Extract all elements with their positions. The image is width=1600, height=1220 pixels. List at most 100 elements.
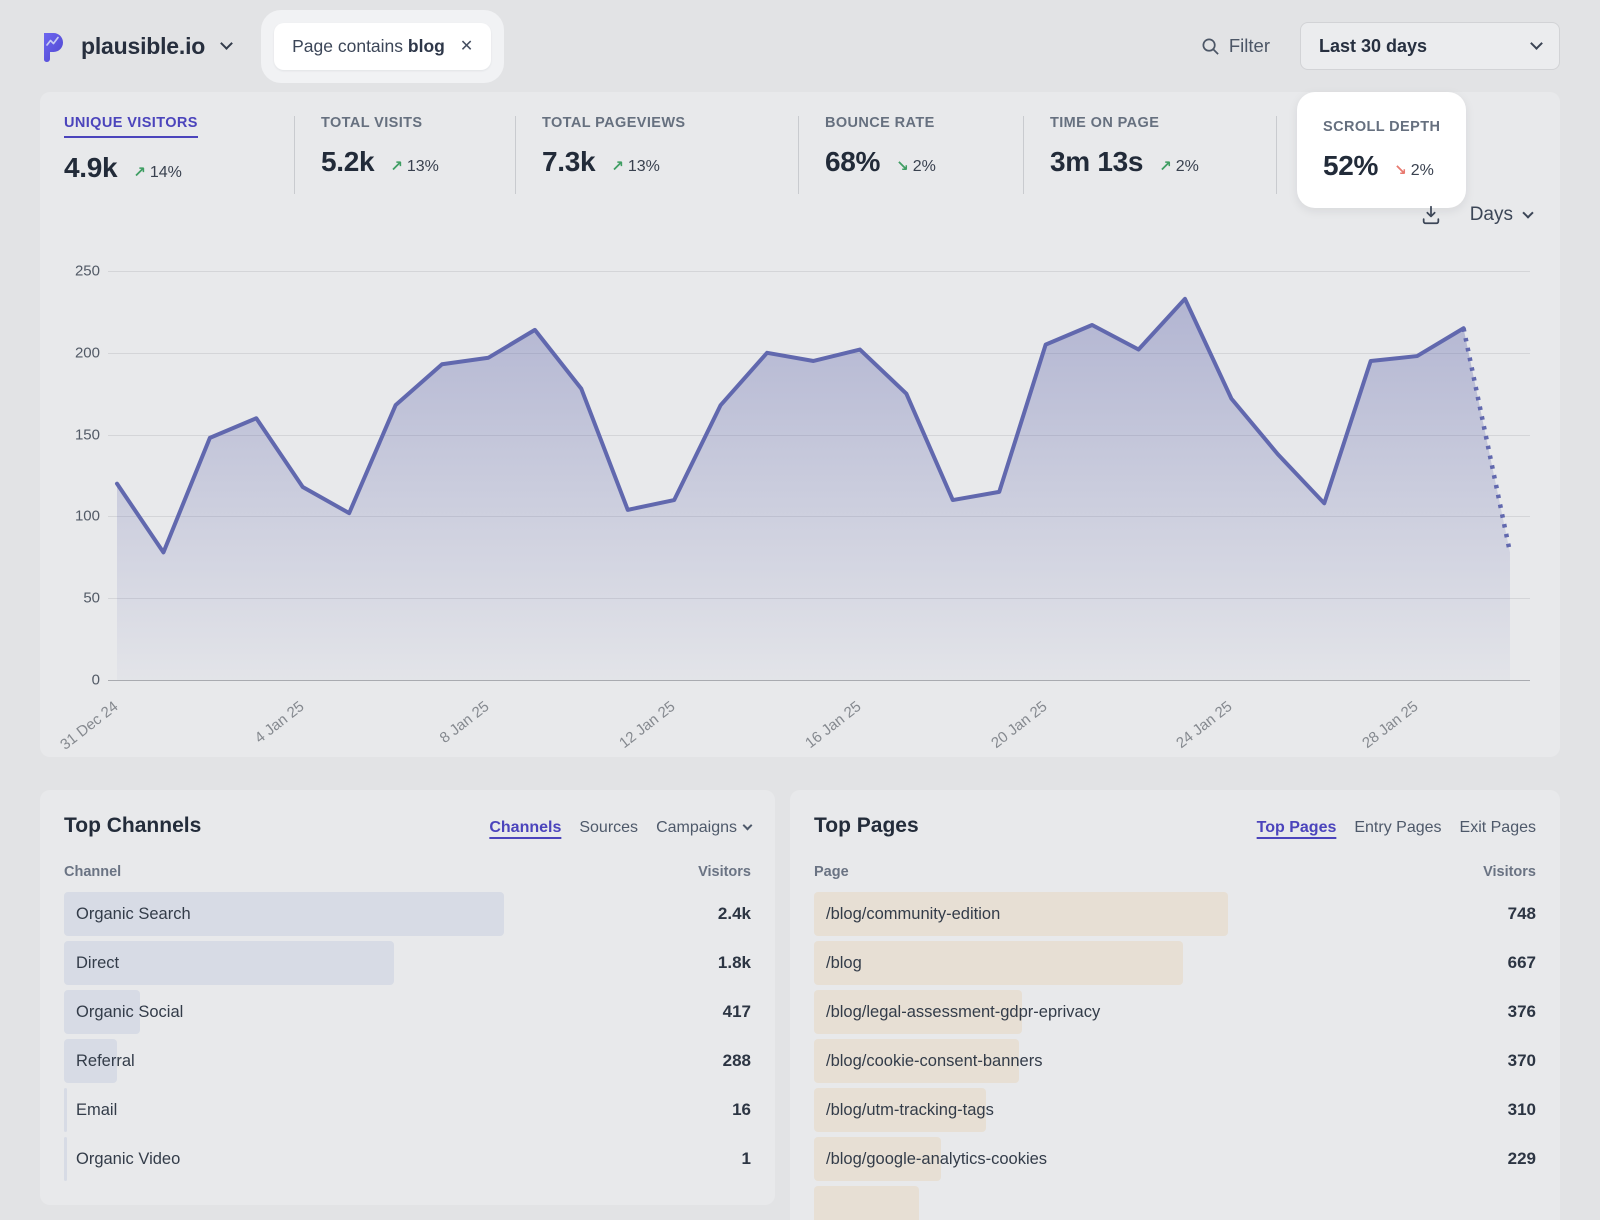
row-visitors-value: 16 (671, 1100, 751, 1120)
x-axis-tick-label: 20 Jan 25 (988, 698, 1050, 752)
row-label: /blog/community-edition (826, 892, 1000, 936)
chevron-down-icon (1530, 37, 1543, 50)
row-bar-area: Organic Search (64, 892, 671, 936)
stat-total-pageviews[interactable]: TOTAL PAGEVIEWS7.3k↗13% (542, 114, 772, 178)
stat-unique-visitors[interactable]: UNIQUE VISITORS4.9k↗14% (64, 114, 268, 184)
stat-total-visits[interactable]: TOTAL VISITS5.2k↗13% (321, 114, 489, 178)
row-visitors-value: 229 (1456, 1149, 1536, 1169)
chart-toolbar: Days (1420, 204, 1532, 226)
tab-label: Channels (489, 819, 561, 837)
row-bar-area: /blog (814, 941, 1456, 985)
pages-tabs: Top Pages Entry Pages Exit Pages (1257, 819, 1536, 837)
stat-divider (1023, 116, 1024, 194)
row-label: Email (76, 1088, 117, 1132)
x-axis-tick-label: 24 Jan 25 (1173, 698, 1235, 752)
trend-up-arrow-icon: ↗ (133, 163, 146, 181)
stat-delta-value: 2% (1411, 162, 1434, 180)
table-row[interactable]: /blog667 (814, 941, 1536, 985)
stat-delta-value: 13% (407, 158, 439, 176)
table-row[interactable]: Organic Social417 (64, 990, 751, 1034)
row-label: /blog/legal-assessment-gdpr-eprivacy (826, 990, 1100, 1034)
top-bar: plausible.io Page contains blog ✕ Filter… (0, 0, 1600, 92)
tab-channels[interactable]: Channels (489, 819, 561, 837)
table-row[interactable]: Organic Search2.4k (64, 892, 751, 936)
stat-label: TIME ON PAGE (1050, 115, 1159, 131)
stat-delta-value: 14% (150, 164, 182, 182)
stat-label: TOTAL VISITS (321, 115, 422, 131)
channels-table: Organic Search2.4kDirect1.8kOrganic Soci… (64, 892, 751, 1181)
tab-top-pages[interactable]: Top Pages (1257, 819, 1337, 837)
row-bar-area: Organic Video (64, 1137, 671, 1181)
tab-label: Top Pages (1257, 819, 1337, 837)
interval-label: Days (1470, 204, 1513, 226)
site-switcher[interactable]: plausible.io (40, 30, 231, 62)
stat-divider (1276, 116, 1277, 194)
x-axis-tick-label: 16 Jan 25 (802, 698, 864, 752)
stat-delta: ↗14% (133, 163, 182, 182)
table-row[interactable]: /blog/community-edition748 (814, 892, 1536, 936)
row-bar-area: /blog/utm-tracking-tags (814, 1088, 1456, 1132)
tab-label: Entry Pages (1354, 819, 1441, 837)
analytics-panel: UNIQUE VISITORS4.9k↗14% TOTAL VISITS 5.2k ↗… (40, 92, 1560, 757)
row-bar-area: Direct (64, 941, 671, 985)
row-label: Direct (76, 941, 119, 985)
table-row-partial[interactable] (814, 1186, 1536, 1220)
table-row[interactable]: /blog/cookie-consent-banners370 (814, 1039, 1536, 1083)
stat-delta-value: 13% (628, 158, 660, 176)
tab-label: Campaigns (656, 819, 737, 837)
interval-select[interactable]: Days (1470, 204, 1532, 226)
line-chart-svg (64, 258, 1536, 690)
row-bar-area: /blog/community-edition (814, 892, 1456, 936)
row-visitors-value: 376 (1456, 1002, 1536, 1022)
row-bar-area: Email (64, 1088, 671, 1132)
stat-time-on-page[interactable]: TIME ON PAGE3m 13s↗2% (1050, 114, 1250, 178)
stat-value: 68% (825, 146, 880, 178)
filter-chip[interactable]: Page contains blog ✕ (274, 23, 491, 70)
row-visitors-value: 310 (1456, 1100, 1536, 1120)
row-label: /blog/google-analytics-cookies (826, 1137, 1047, 1181)
site-name: plausible.io (81, 33, 205, 60)
tab-entry-pages[interactable]: Entry Pages (1354, 819, 1441, 837)
x-axis-tick-label: 4 Jan 25 (251, 698, 307, 747)
table-row[interactable]: Email 16 (64, 1088, 751, 1132)
download-icon[interactable] (1420, 204, 1442, 226)
tab-sources[interactable]: Sources (579, 819, 638, 837)
pages-table: /blog/community-edition748/blog667/blog/… (814, 892, 1536, 1220)
stat-value: 5.2k (321, 146, 374, 178)
table-row[interactable]: /blog/google-analytics-cookies 229 (814, 1137, 1536, 1181)
stat-delta: ↘2% (1394, 161, 1434, 180)
row-bar-area (814, 1186, 1456, 1220)
stat-scroll-depth[interactable]: SCROLL DEPTH52%↘2% (1297, 92, 1466, 208)
stat-bounce-rate[interactable]: BOUNCE RATE68%↘2% (825, 114, 997, 178)
date-range-select[interactable]: Last 30 days (1300, 22, 1560, 70)
table-row[interactable]: Referral288 (64, 1039, 751, 1083)
row-visitors-value: 1.8k (671, 953, 751, 973)
stat-label: TOTAL PAGEVIEWS (542, 115, 686, 131)
close-icon[interactable]: ✕ (460, 38, 473, 54)
row-bar-area: /blog/legal-assessment-gdpr-eprivacy (814, 990, 1456, 1034)
chart-area-fill (117, 299, 1510, 680)
filter-chip-highlight: Page contains blog ✕ (261, 10, 504, 83)
trend-down-arrow-icon: ↘ (1394, 161, 1407, 179)
top-pages-card: Top Pages Top Pages Entry Pages Exit Pages… (790, 790, 1560, 1220)
row-bar-area: Organic Social (64, 990, 671, 1034)
row-bar-area: /blog/google-analytics-cookies (814, 1137, 1456, 1181)
stat-delta-value: 2% (1176, 158, 1199, 176)
stat-value: 3m 13s (1050, 146, 1143, 178)
plausible-logo-icon (40, 30, 68, 62)
table-row[interactable]: Direct 1.8k (64, 941, 751, 985)
tab-campaigns[interactable]: Campaigns (656, 819, 751, 837)
top-channels-card: Top Channels ChannelsSourcesCampaigns Ch… (40, 790, 775, 1205)
table-row[interactable]: /blog/legal-assessment-gdpr-eprivacy 376 (814, 990, 1536, 1034)
visitors-line-chart[interactable]: 05010015020025031 Dec 244 Jan 258 Jan 25… (64, 258, 1536, 778)
column-header: Channel (64, 864, 121, 880)
row-visitors-value: 417 (671, 1002, 751, 1022)
filter-button[interactable]: Filter (1201, 35, 1270, 57)
filter-button-label: Filter (1229, 35, 1270, 57)
stat-value: 7.3k (542, 146, 595, 178)
stat-label: BOUNCE RATE (825, 115, 935, 131)
table-row[interactable]: /blog/utm-tracking-tags310 (814, 1088, 1536, 1132)
table-row[interactable]: Organic Video1 (64, 1137, 751, 1181)
x-axis-tick-label: 28 Jan 25 (1359, 698, 1421, 752)
tab-exit-pages[interactable]: Exit Pages (1460, 819, 1536, 837)
